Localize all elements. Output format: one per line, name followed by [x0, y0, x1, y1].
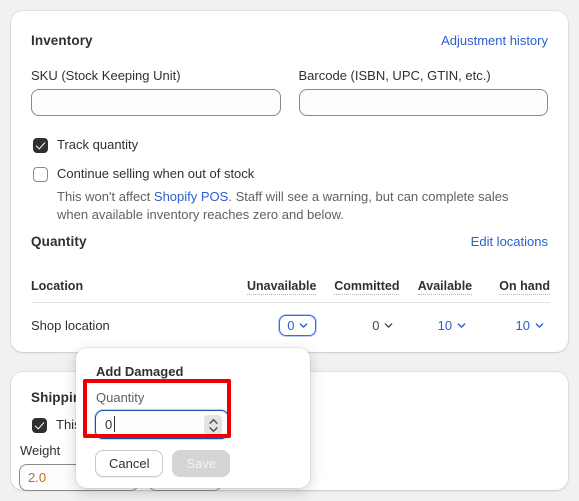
- barcode-field-group: Barcode (ISBN, UPC, GTIN, etc.): [298, 68, 548, 116]
- track-quantity-label: Track quantity: [57, 137, 139, 152]
- barcode-input[interactable]: [298, 89, 548, 116]
- inventory-title: Inventory: [31, 33, 93, 48]
- quantity-title: Quantity: [31, 234, 87, 249]
- table-header-row: Location Unavailable Committed Available…: [31, 273, 550, 303]
- column-header-unavailable[interactable]: Unavailable: [228, 273, 317, 303]
- quantity-table: Location Unavailable Committed Available…: [31, 273, 550, 346]
- save-button[interactable]: Save: [172, 450, 231, 477]
- column-header-available[interactable]: Available: [399, 273, 473, 303]
- weight-label: Weight: [20, 443, 61, 458]
- adjustment-history-link[interactable]: Adjustment history: [441, 33, 548, 48]
- available-dropdown[interactable]: 10: [432, 316, 472, 335]
- column-header-on-hand[interactable]: On hand: [472, 273, 550, 303]
- chevron-down-icon: [535, 321, 544, 330]
- popover-quantity-input-wrapper: 0: [95, 410, 229, 439]
- cell-unavailable: 0: [228, 302, 317, 346]
- table-row: Shop location 0 0 10 10: [31, 302, 550, 346]
- inventory-header: Inventory Adjustment history: [31, 33, 548, 48]
- popover-quantity-label: Quantity: [96, 390, 145, 405]
- track-quantity-checkbox[interactable]: [33, 138, 48, 153]
- add-damaged-popover: Add Damaged Quantity 0 Cancel Save: [76, 348, 310, 488]
- cell-location: Shop location: [31, 302, 229, 346]
- cancel-button[interactable]: Cancel: [95, 450, 164, 477]
- unavailable-dropdown[interactable]: 0: [279, 315, 317, 336]
- popover-quantity-input[interactable]: 0: [95, 410, 229, 439]
- popover-button-row: Cancel Save: [95, 450, 231, 477]
- chevron-down-icon: [457, 321, 466, 330]
- on-hand-dropdown[interactable]: 10: [510, 316, 550, 335]
- edit-locations-link[interactable]: Edit locations: [471, 234, 548, 249]
- number-spinner[interactable]: [204, 415, 222, 435]
- sku-input[interactable]: [31, 89, 281, 116]
- cell-on-hand: 10: [472, 302, 550, 346]
- barcode-label: Barcode (ISBN, UPC, GTIN, etc.): [298, 68, 491, 83]
- chevron-down-icon: [299, 321, 308, 330]
- track-quantity-checkbox-row[interactable]: Track quantity: [33, 137, 138, 153]
- continue-selling-checkbox[interactable]: [33, 167, 48, 182]
- chevron-down-icon: [208, 426, 218, 432]
- cell-available: 10: [399, 302, 473, 346]
- sku-field-group: SKU (Stock Keeping Unit): [31, 68, 281, 116]
- continue-selling-label: Continue selling when out of stock: [57, 166, 255, 181]
- continue-selling-checkbox-row[interactable]: Continue selling when out of stock: [33, 166, 254, 182]
- popover-title: Add Damaged: [96, 364, 184, 379]
- inventory-card: Inventory Adjustment history SKU (Stock …: [11, 11, 568, 352]
- sku-label: SKU (Stock Keeping Unit): [31, 68, 181, 83]
- helper-text-prefix: This won't affect: [57, 189, 154, 204]
- text-caret: [114, 416, 115, 432]
- column-header-location: Location: [31, 279, 84, 293]
- cell-committed: 0: [316, 302, 400, 346]
- popover-quantity-value: 0: [105, 417, 113, 432]
- column-header-committed[interactable]: Committed: [316, 273, 400, 303]
- sku-barcode-row: SKU (Stock Keeping Unit) Barcode (ISBN, …: [31, 68, 548, 116]
- shopify-pos-link[interactable]: Shopify POS: [154, 189, 228, 204]
- chevron-up-icon: [208, 418, 218, 424]
- committed-dropdown[interactable]: 0: [366, 316, 399, 335]
- continue-selling-helper-text: This won't affect Shopify POS. Staff wil…: [57, 188, 537, 224]
- chevron-down-icon: [384, 321, 393, 330]
- quantity-subheader: Quantity Edit locations: [31, 234, 548, 249]
- physical-product-checkbox[interactable]: [32, 418, 47, 433]
